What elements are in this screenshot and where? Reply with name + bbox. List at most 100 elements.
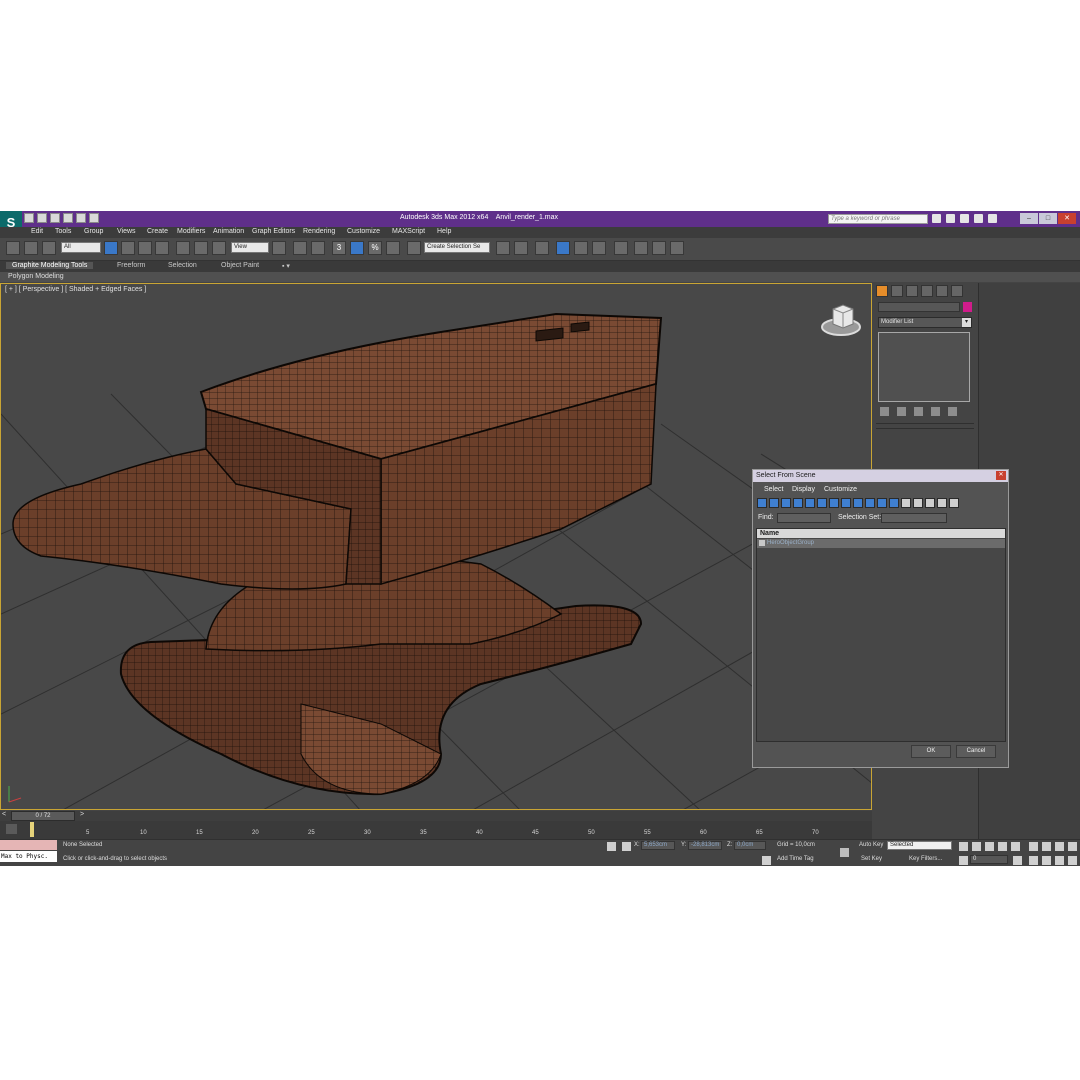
menu-graph-editors[interactable]: Graph Editors bbox=[252, 228, 295, 235]
viewcube-icon[interactable] bbox=[821, 304, 861, 336]
tab-freeform[interactable]: Freeform bbox=[117, 262, 145, 269]
angle-snap-icon[interactable] bbox=[350, 241, 364, 255]
communication-icon[interactable] bbox=[960, 214, 969, 223]
rendered-frame-icon[interactable] bbox=[652, 241, 666, 255]
orbit-icon[interactable] bbox=[1055, 856, 1064, 865]
mirror-icon[interactable] bbox=[496, 241, 510, 255]
named-selection-dropdown[interactable]: Create Selection Se bbox=[424, 242, 490, 253]
ribbon-options-icon[interactable]: ▪ ▾ bbox=[282, 262, 290, 270]
curve-editor-icon[interactable] bbox=[574, 241, 588, 255]
display-none-icon[interactable] bbox=[913, 498, 923, 508]
dialog-menu-select[interactable]: Select bbox=[764, 486, 783, 493]
menu-tools[interactable]: Tools bbox=[55, 228, 71, 235]
dialog-close-button[interactable]: ✕ bbox=[996, 471, 1006, 480]
viewport-label[interactable]: [ + ] [ Perspective ] [ Shaded + Edged F… bbox=[5, 286, 146, 293]
invert-display-icon[interactable] bbox=[925, 498, 935, 508]
select-by-name-icon[interactable] bbox=[121, 241, 135, 255]
advanced-filter-icon[interactable] bbox=[949, 498, 959, 508]
maxscript-mini-listener[interactable]: Max to Physc. bbox=[0, 851, 57, 862]
remove-modifier-icon[interactable] bbox=[931, 407, 940, 416]
graphite-toggle-icon[interactable] bbox=[556, 241, 570, 255]
set-key-button[interactable]: Set Key bbox=[861, 856, 882, 862]
go-to-start-icon[interactable] bbox=[959, 842, 968, 851]
time-config-icon[interactable] bbox=[1013, 856, 1022, 865]
tab-graphite-modeling-tools[interactable]: Graphite Modeling Tools bbox=[6, 262, 94, 269]
maximize-viewport-icon[interactable] bbox=[1068, 856, 1077, 865]
play-icon[interactable] bbox=[985, 842, 994, 851]
x-coordinate-field[interactable]: 5,653cm bbox=[641, 841, 675, 850]
zoom-extents-icon[interactable] bbox=[1055, 842, 1064, 851]
display-cameras-icon[interactable] bbox=[793, 498, 803, 508]
modify-tab-icon[interactable] bbox=[891, 285, 903, 297]
track-bar[interactable]: 5 10 15 20 25 30 35 40 45 50 55 60 65 70 bbox=[0, 821, 872, 839]
display-geometry-icon[interactable] bbox=[757, 498, 767, 508]
motion-tab-icon[interactable] bbox=[921, 285, 933, 297]
scale-icon[interactable] bbox=[212, 241, 226, 255]
render-teapot-icon[interactable] bbox=[670, 241, 684, 255]
pin-stack-icon[interactable] bbox=[880, 407, 889, 416]
render-setup-icon[interactable] bbox=[634, 241, 648, 255]
menu-rendering[interactable]: Rendering bbox=[303, 228, 335, 235]
keyboard-shortcut-icon[interactable] bbox=[311, 241, 325, 255]
display-lights-icon[interactable] bbox=[781, 498, 791, 508]
menu-group[interactable]: Group bbox=[84, 228, 103, 235]
time-slider[interactable]: < 0 / 72 > bbox=[0, 811, 872, 821]
bind-spacewarp-icon[interactable] bbox=[42, 241, 56, 255]
lock-selection-icon[interactable] bbox=[607, 842, 616, 851]
display-groups-icon[interactable] bbox=[829, 498, 839, 508]
find-input[interactable] bbox=[777, 513, 831, 523]
tab-selection[interactable]: Selection bbox=[168, 262, 197, 269]
create-tab-icon[interactable] bbox=[876, 285, 888, 297]
cancel-button[interactable]: Cancel bbox=[956, 745, 996, 758]
scene-object-list[interactable]: Name HeroObjectGroup bbox=[756, 528, 1006, 742]
select-object-icon[interactable] bbox=[104, 241, 118, 255]
display-bones-icon[interactable] bbox=[853, 498, 863, 508]
snaps-toggle-icon[interactable]: 3 bbox=[332, 241, 346, 255]
curve-editor-mini-icon[interactable] bbox=[6, 824, 17, 834]
selection-set-dropdown[interactable] bbox=[881, 513, 947, 523]
rectangular-region-icon[interactable] bbox=[138, 241, 152, 255]
key-icon[interactable] bbox=[840, 848, 849, 857]
modifier-stack[interactable] bbox=[878, 332, 970, 402]
unlink-icon[interactable] bbox=[24, 241, 38, 255]
show-end-result-icon[interactable] bbox=[897, 407, 906, 416]
zoom-all-icon[interactable] bbox=[1042, 842, 1051, 851]
move-icon[interactable] bbox=[176, 241, 190, 255]
utilities-tab-icon[interactable] bbox=[951, 285, 963, 297]
star-icon[interactable] bbox=[974, 214, 983, 223]
dialog-menu-display[interactable]: Display bbox=[792, 486, 815, 493]
z-coordinate-field[interactable]: 0,0cm bbox=[734, 841, 766, 850]
percent-snap-icon[interactable]: % bbox=[368, 241, 382, 255]
hierarchy-tab-icon[interactable] bbox=[906, 285, 918, 297]
zoom-icon[interactable] bbox=[1029, 842, 1038, 851]
layer-manager-icon[interactable] bbox=[535, 241, 549, 255]
display-containers-icon[interactable] bbox=[865, 498, 875, 508]
add-time-tag[interactable]: Add Time Tag bbox=[777, 856, 814, 862]
field-of-view-icon[interactable] bbox=[1029, 856, 1038, 865]
reference-coordinate-dropdown[interactable]: View bbox=[231, 242, 269, 253]
zoom-extents-all-icon[interactable] bbox=[1068, 842, 1077, 851]
current-frame-field[interactable]: 0 bbox=[970, 855, 1008, 864]
previous-frame-icon[interactable] bbox=[972, 842, 981, 851]
time-prev-button[interactable]: < bbox=[2, 811, 6, 818]
help-icon[interactable] bbox=[988, 214, 997, 223]
align-icon[interactable] bbox=[514, 241, 528, 255]
tab-object-paint[interactable]: Object Paint bbox=[221, 262, 259, 269]
ok-button[interactable]: OK bbox=[911, 745, 951, 758]
next-frame-icon[interactable] bbox=[998, 842, 1007, 851]
help-search-input[interactable]: Type a keyword or phrase bbox=[828, 214, 928, 224]
link-icon[interactable] bbox=[6, 241, 20, 255]
menu-edit[interactable]: Edit bbox=[31, 228, 43, 235]
menu-modifiers[interactable]: Modifiers bbox=[177, 228, 205, 235]
maxscript-listener-top[interactable] bbox=[0, 840, 57, 850]
display-tab-icon[interactable] bbox=[936, 285, 948, 297]
current-frame-marker[interactable] bbox=[30, 822, 34, 837]
new-file-icon[interactable] bbox=[24, 213, 34, 223]
object-name-field[interactable] bbox=[878, 302, 960, 312]
save-file-icon[interactable] bbox=[50, 213, 60, 223]
subscription-icon[interactable] bbox=[946, 214, 955, 223]
select-manipulate-icon[interactable] bbox=[293, 241, 307, 255]
go-to-end-icon[interactable] bbox=[1011, 842, 1020, 851]
display-all-icon[interactable] bbox=[901, 498, 911, 508]
dialog-menu-customize[interactable]: Customize bbox=[824, 486, 857, 493]
